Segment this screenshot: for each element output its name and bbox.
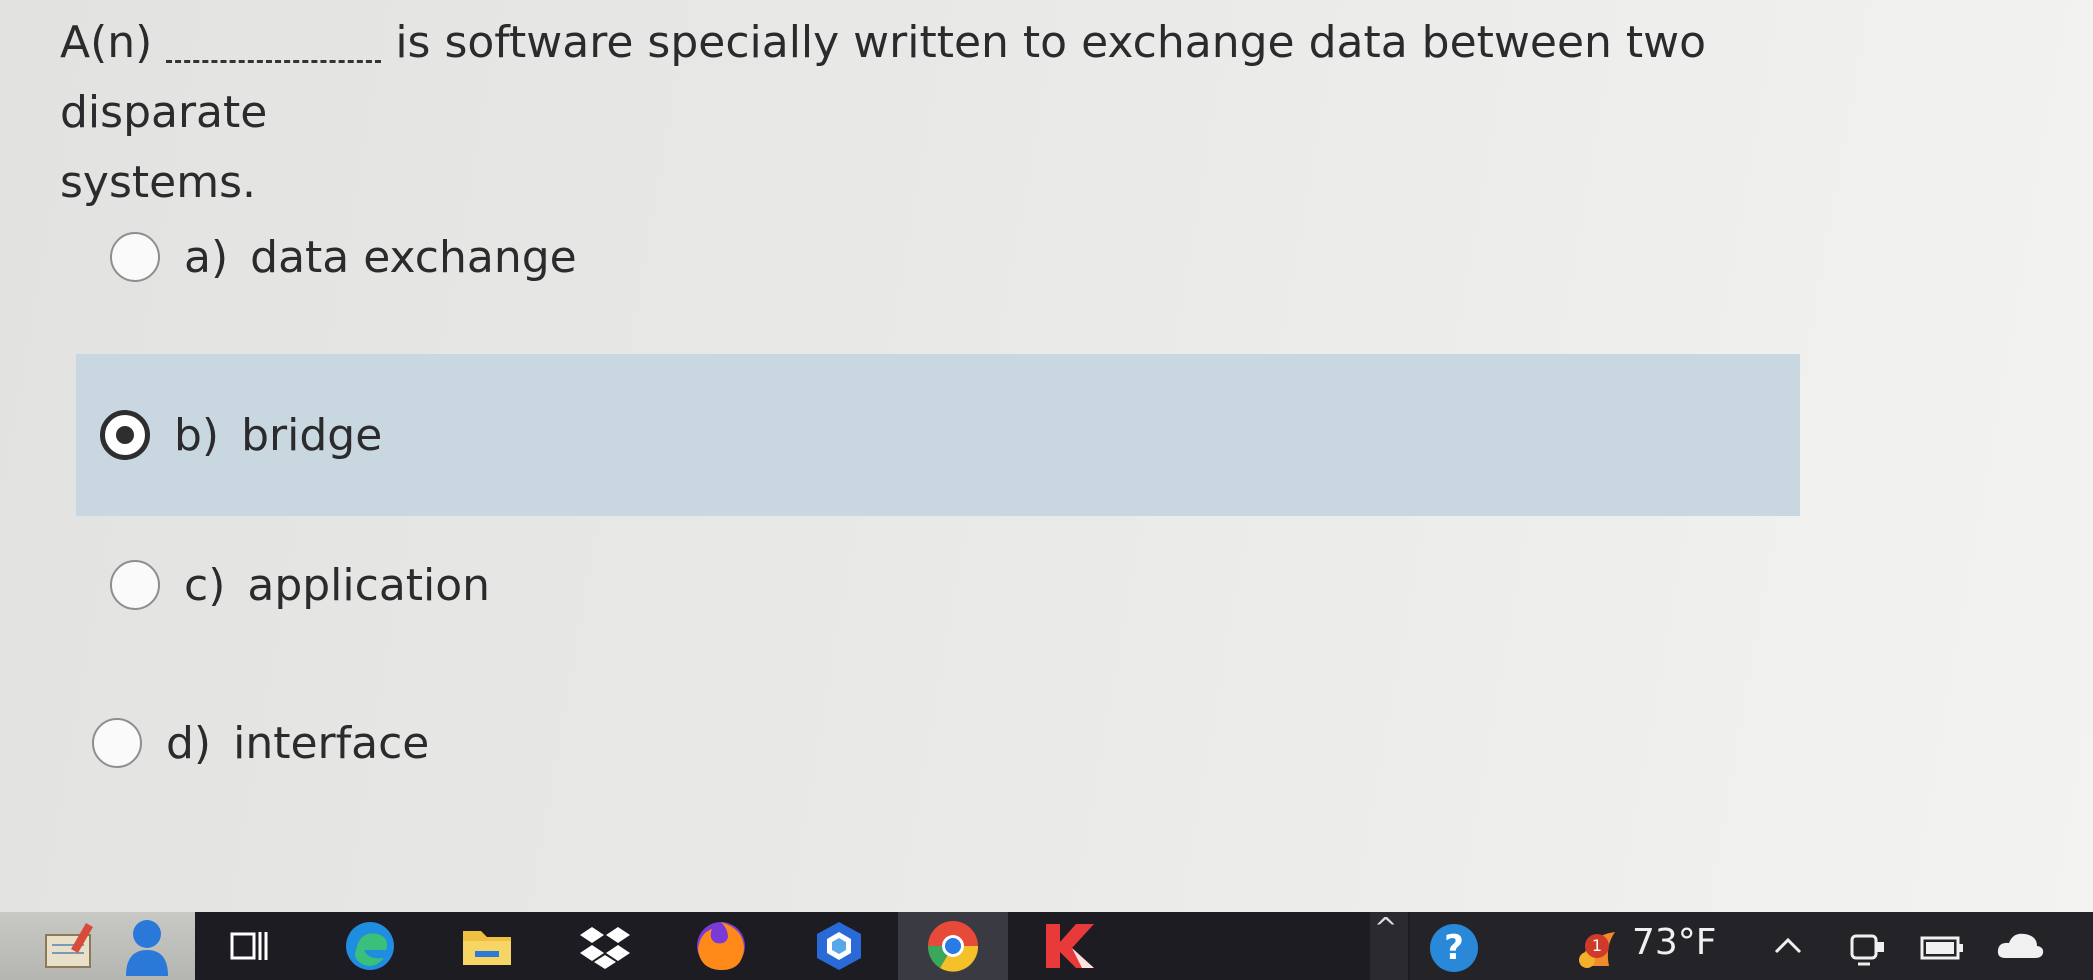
option-label: interface: [233, 717, 430, 769]
radio-option-b[interactable]: [100, 410, 150, 460]
weather-badge: 1: [1585, 934, 1609, 958]
option-b[interactable]: b) bridge: [76, 354, 1800, 516]
option-letter: b): [174, 409, 220, 461]
temperature-readout[interactable]: 73°F: [1632, 922, 1717, 963]
option-label: application: [247, 559, 491, 611]
person-icon[interactable]: [112, 912, 182, 980]
option-label: bridge: [241, 409, 383, 461]
option-letter: a): [184, 231, 229, 283]
chevron-up-icon[interactable]: ^: [1374, 914, 1397, 942]
meet-now-icon[interactable]: [1848, 928, 1888, 968]
taskbar: ^ ? 1 73°F: [0, 912, 2093, 980]
cloud-icon[interactable]: [1995, 930, 2045, 962]
question-prefix: A(n): [60, 17, 153, 68]
help-icon[interactable]: ?: [1430, 924, 1478, 972]
firefox-icon[interactable]: [686, 912, 756, 980]
option-label: data exchange: [250, 231, 577, 283]
tray-overflow-area: ^: [1370, 912, 1408, 980]
file-explorer-icon[interactable]: [452, 912, 522, 980]
edge-icon[interactable]: [335, 912, 405, 980]
system-tray: ?: [1410, 912, 2093, 980]
taskbar-left-area: [0, 912, 195, 980]
radio-option-a[interactable]: [110, 232, 160, 282]
radio-option-c[interactable]: [110, 560, 160, 610]
option-c[interactable]: c) application: [110, 550, 490, 620]
dropbox-icon[interactable]: [570, 912, 640, 980]
caret-up-icon[interactable]: [1770, 930, 1806, 960]
option-letter: c): [184, 559, 226, 611]
question-suffix: is software specially written to exchang…: [60, 17, 1707, 138]
chrome-icon[interactable]: [898, 912, 1008, 980]
option-a[interactable]: a) data exchange: [110, 222, 577, 292]
option-letter: d): [166, 717, 212, 769]
task-view-icon[interactable]: [220, 912, 280, 980]
copilot-icon[interactable]: [804, 912, 874, 980]
radio-option-d[interactable]: [92, 718, 142, 768]
notepad-icon[interactable]: [30, 912, 110, 980]
question-continuation: systems.: [60, 157, 256, 208]
answer-blank: [166, 59, 382, 63]
kaspersky-icon[interactable]: [1030, 912, 1110, 980]
question-text: A(n) is software specially written to exc…: [60, 8, 1840, 218]
option-d[interactable]: d) interface: [92, 708, 429, 778]
battery-icon[interactable]: [1918, 930, 1966, 964]
